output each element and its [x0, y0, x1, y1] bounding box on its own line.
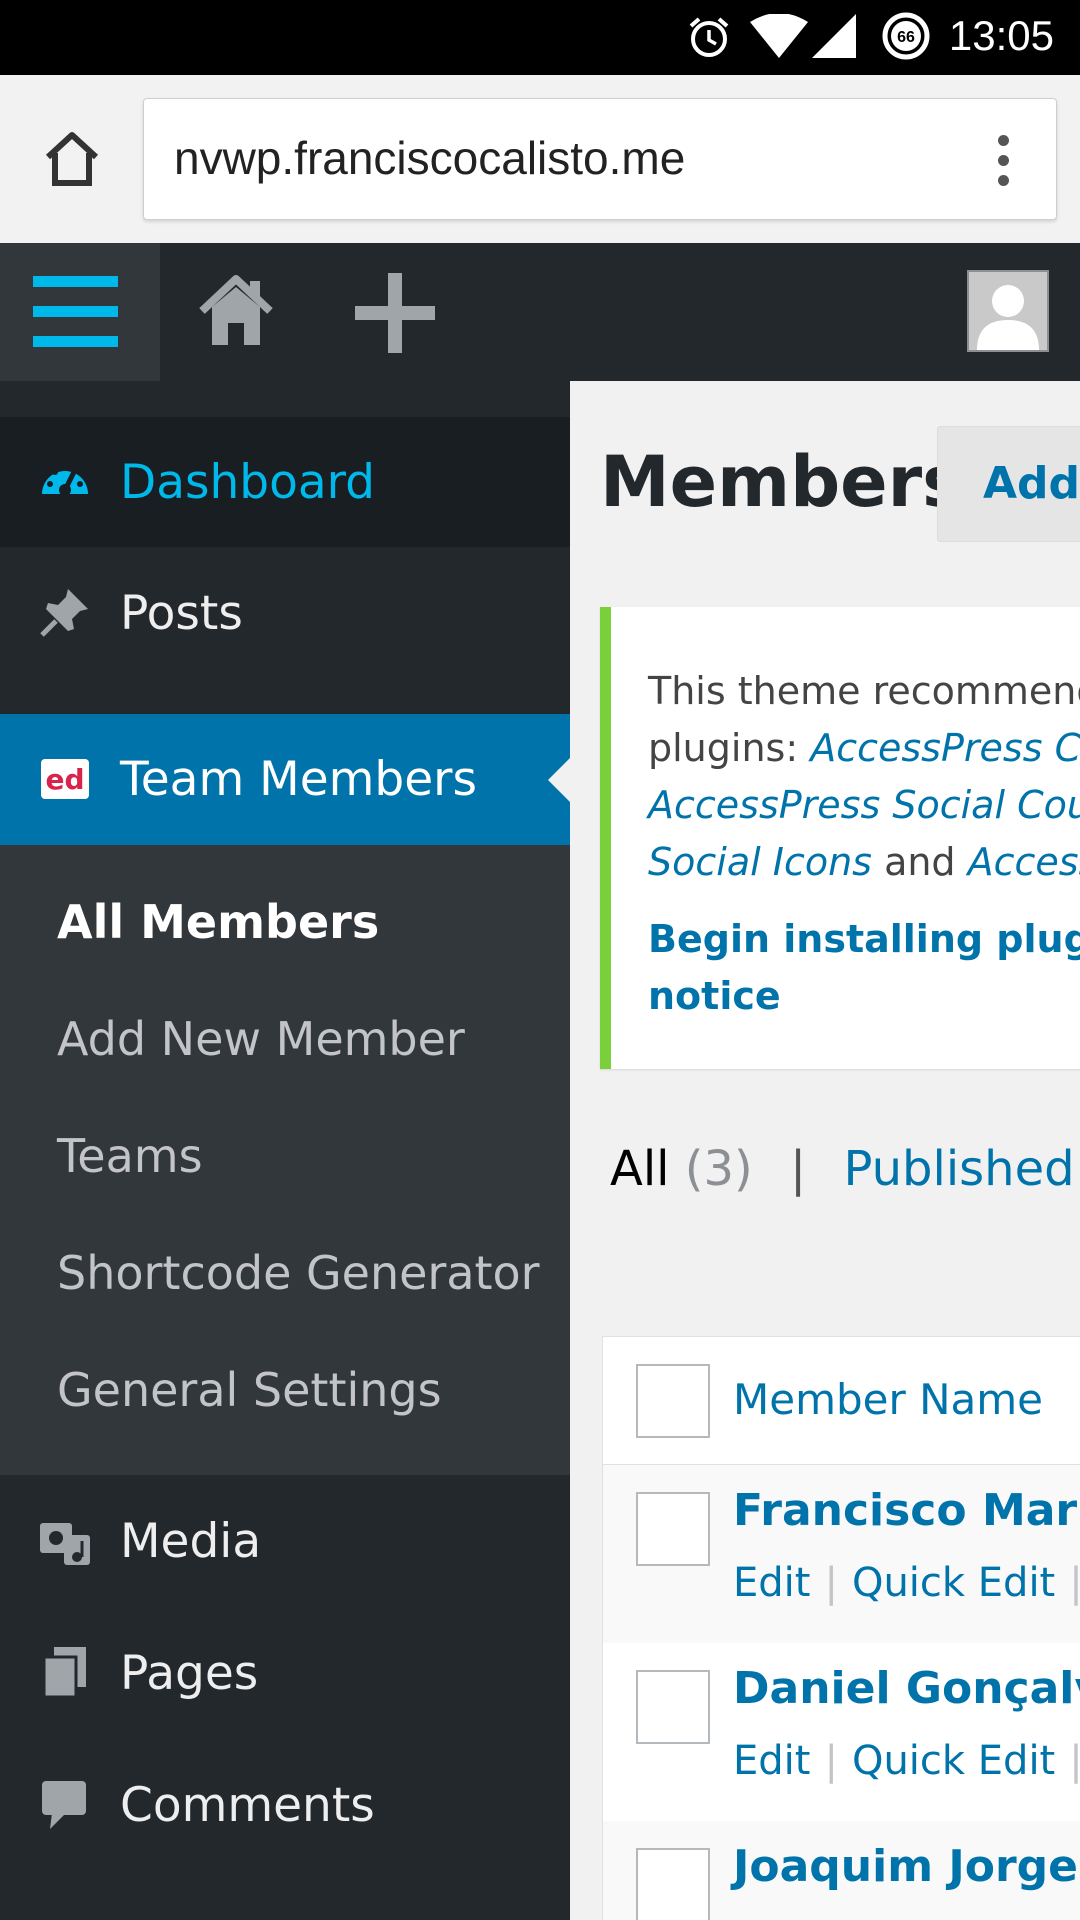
signal-icon — [812, 14, 856, 58]
pages-icon — [42, 1647, 86, 1699]
submenu-item-add-new-member[interactable]: Add New Member — [57, 1012, 465, 1066]
pin-icon — [40, 589, 88, 637]
edit-link[interactable]: Edit — [733, 1738, 810, 1784]
quick-edit-link[interactable]: Quick Edit — [852, 1560, 1055, 1606]
plugin-notice: This theme recommend plugins: AccessPres… — [600, 607, 1080, 1069]
table-row: Francisco Maria C Edit|Quick Edit|T — [603, 1465, 1080, 1643]
add-new-button[interactable]: Add N — [937, 426, 1080, 542]
status-bar: 66 13:05 — [0, 0, 1080, 75]
members-table: Member Name Francisco Maria C Edit|Quick… — [602, 1336, 1080, 1920]
edit-link[interactable]: Edit — [733, 1560, 810, 1606]
filter-published[interactable]: Published — [843, 1141, 1074, 1197]
table-header: Member Name — [603, 1337, 1080, 1465]
wifi-icon — [750, 14, 808, 58]
notice-text: plugins: AccessPress Cus — [648, 726, 1080, 770]
notice-text: Social Icons and AccessP — [648, 840, 1080, 884]
row-checkbox[interactable] — [636, 1492, 710, 1566]
team-members-submenu: All Members Add New Member Teams Shortco… — [0, 845, 570, 1475]
plugin-link[interactable]: AccessP — [968, 840, 1080, 884]
row-actions: Edit|Quick Edit|T — [733, 1738, 1080, 1784]
battery-icon: 66 — [882, 12, 930, 60]
table-row: Joaquim Jorge — [603, 1821, 1080, 1920]
clock: 13:05 — [948, 12, 1054, 59]
sidebar-item-label: Posts — [120, 585, 243, 641]
sidebar-item-label: Dashboard — [120, 454, 375, 510]
submenu-item-all-members[interactable]: All Members — [57, 895, 379, 949]
battery-level: 66 — [897, 29, 915, 46]
home-icon[interactable] — [40, 127, 104, 191]
current-menu-arrow — [548, 758, 570, 802]
sidebar-item-label: Team Members — [120, 752, 477, 807]
begin-installing-link[interactable]: Begin installing plugins — [648, 917, 1080, 961]
notice-text: AccessPress Social Count — [648, 783, 1080, 827]
row-checkbox[interactable] — [636, 1670, 710, 1744]
sidebar-item-posts[interactable]: Posts — [0, 547, 570, 679]
avatar-icon[interactable] — [967, 270, 1049, 352]
filter-separator: | — [790, 1141, 807, 1197]
submenu-item-general-settings[interactable]: General Settings — [57, 1363, 442, 1417]
status-filters: All (3) | Published (3 — [610, 1141, 1080, 1197]
menu-icon[interactable] — [0, 243, 160, 381]
media-icon — [40, 1523, 90, 1565]
member-name-link[interactable]: Francisco Maria C — [733, 1485, 1080, 1536]
submenu-item-shortcode-generator[interactable]: Shortcode Generator — [57, 1246, 540, 1300]
dashboard-icon — [42, 464, 88, 496]
plugin-link[interactable]: AccessPress Social Count — [648, 783, 1080, 827]
wp-admin-bar — [0, 243, 1080, 381]
main-content: Members Add N This theme recommend plugi… — [570, 381, 1080, 1920]
quick-edit-link[interactable]: Quick Edit — [852, 1738, 1055, 1784]
row-actions: Edit|Quick Edit|T — [733, 1560, 1080, 1606]
sidebar-item-dashboard[interactable]: Dashboard — [0, 417, 570, 547]
member-name-link[interactable]: Daniel Gonçalves — [733, 1663, 1080, 1714]
table-row: Daniel Gonçalves Edit|Quick Edit|T — [603, 1643, 1080, 1821]
member-name-link[interactable]: Joaquim Jorge — [733, 1841, 1078, 1892]
submenu-item-teams[interactable]: Teams — [57, 1129, 203, 1183]
sidebar-item-media[interactable]: Media — [0, 1475, 570, 1607]
site-home-icon[interactable] — [198, 273, 274, 349]
browser-toolbar: nvwp.franciscocalisto.me — [0, 75, 1080, 243]
address-bar[interactable]: nvwp.franciscocalisto.me — [143, 98, 1057, 220]
filter-all-count: (3) — [684, 1141, 753, 1197]
sidebar-item-label: Comments — [120, 1777, 375, 1833]
overflow-menu-icon[interactable] — [996, 135, 1010, 187]
alarm-icon — [689, 17, 729, 57]
filter-all[interactable]: All — [610, 1141, 670, 1197]
plugin-link[interactable]: Social Icons — [648, 840, 872, 884]
sidebar-item-pages[interactable]: Pages — [0, 1607, 570, 1739]
url-text[interactable]: nvwp.franciscocalisto.me — [174, 131, 685, 185]
comments-icon — [42, 1781, 86, 1829]
admin-sidebar: Dashboard Posts ed Team Members All Memb… — [0, 381, 570, 1920]
sidebar-item-comments[interactable]: Comments — [0, 1739, 570, 1871]
sidebar-item-label: Media — [120, 1513, 262, 1569]
row-checkbox[interactable] — [636, 1848, 710, 1920]
select-all-checkbox[interactable] — [636, 1364, 710, 1438]
page-title: Members — [600, 441, 964, 523]
notice-text: This theme recommend — [648, 669, 1080, 713]
new-content-icon[interactable] — [355, 273, 435, 353]
add-new-label: Add N — [983, 458, 1080, 509]
ed-icon: ed — [38, 752, 92, 806]
svg-text:ed: ed — [45, 763, 84, 796]
dismiss-notice-link[interactable]: notice — [648, 974, 781, 1018]
plugin-link[interactable]: AccessPress Cus — [810, 726, 1080, 770]
column-header-member-name[interactable]: Member Name — [733, 1375, 1043, 1424]
sidebar-item-team-members[interactable]: ed Team Members — [0, 714, 570, 845]
sidebar-item-label: Pages — [120, 1645, 259, 1701]
